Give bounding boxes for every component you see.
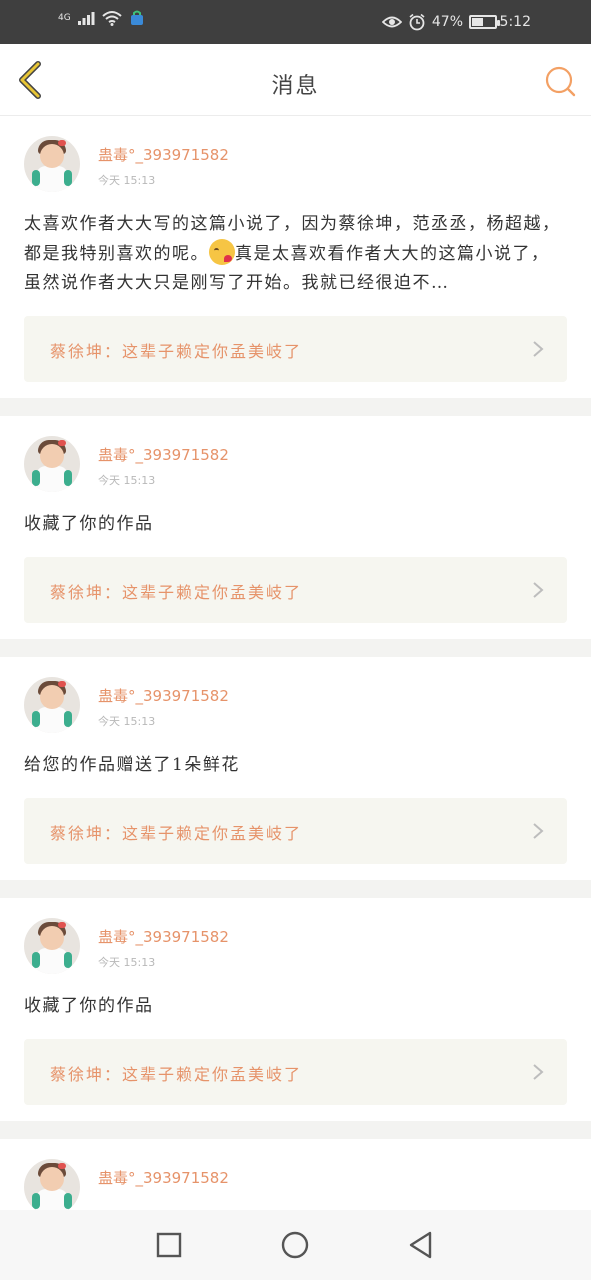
message-card: 蛊毒°_393971582 今天 15:13 太喜欢作者大大写的这篇小说了，因为… — [0, 116, 591, 398]
message-list[interactable]: 蛊毒°_393971582 今天 15:13 太喜欢作者大大写的这篇小说了，因为… — [0, 116, 591, 1210]
status-time: 5:12 — [499, 14, 531, 30]
eye-comfort-icon — [381, 16, 402, 28]
message-card: 蛊毒°_393971582 今天 15:13 收藏了你的作品 蔡徐坤：这辈子赖定… — [0, 416, 591, 639]
message-content: 给您的作品赠送了1朵鲜花 — [24, 755, 240, 775]
chevron-right-icon — [533, 341, 544, 357]
battery-percent: 47% — [431, 14, 463, 30]
alarm-icon — [409, 13, 425, 31]
message-content: 收藏了你的作品 — [24, 996, 154, 1016]
username[interactable]: 蛊毒°_393971582 — [98, 926, 229, 947]
avatar[interactable] — [24, 1159, 80, 1210]
work-reference[interactable]: 蔡徐坤：这辈子赖定你孟美岐了 — [24, 557, 567, 623]
status-bar: 4G 47% 5:12 — [0, 0, 591, 44]
home-icon[interactable] — [280, 1230, 310, 1260]
timestamp: 今天 15:13 — [98, 174, 156, 187]
username[interactable]: 蛊毒°_393971582 — [98, 685, 229, 706]
message-content: 收藏了你的作品 — [24, 514, 154, 534]
avatar[interactable] — [24, 677, 80, 733]
work-title: 蔡徐坤：这辈子赖定你孟美岐了 — [50, 342, 303, 361]
work-title: 蔡徐坤：这辈子赖定你孟美岐了 — [50, 824, 303, 843]
work-reference[interactable]: 蔡徐坤：这辈子赖定你孟美岐了 — [24, 798, 567, 864]
wifi-icon — [102, 11, 122, 26]
avatar[interactable] — [24, 918, 80, 974]
work-title: 蔡徐坤：这辈子赖定你孟美岐了 — [50, 583, 303, 602]
chevron-right-icon — [533, 823, 544, 839]
message-card: 蛊毒°_393971582 今天 15:13 给您的作品赠送了1朵鲜花 蔡徐坤：… — [0, 657, 591, 880]
avatar[interactable] — [24, 136, 80, 192]
username[interactable]: 蛊毒°_393971582 — [98, 444, 229, 465]
app-notification-icon — [130, 10, 143, 25]
network-type: 4G — [58, 12, 71, 23]
signal-icon — [77, 12, 95, 25]
username[interactable]: 蛊毒°_393971582 — [98, 144, 229, 165]
message-content: 太喜欢作者大大写的这篇小说了，因为蔡徐坤，范丞丞，杨超越，都是我特别喜欢的呢。真… — [24, 210, 567, 298]
top-app-bar: 消息 — [0, 44, 591, 116]
page-title: 消息 — [271, 74, 320, 99]
username[interactable]: 蛊毒°_393971582 — [98, 1167, 229, 1188]
search-icon[interactable] — [543, 64, 577, 98]
work-reference[interactable]: 蔡徐坤：这辈子赖定你孟美岐了 — [24, 1039, 567, 1105]
work-reference[interactable]: 蔡徐坤：这辈子赖定你孟美岐了 — [24, 316, 567, 382]
system-navigation-bar — [0, 1210, 591, 1280]
avatar[interactable] — [24, 436, 80, 492]
chevron-right-icon — [533, 582, 544, 598]
kiss-emoji-icon — [209, 239, 235, 265]
timestamp: 今天 15:13 — [98, 715, 156, 728]
timestamp: 今天 15:13 — [98, 956, 156, 969]
back-nav-icon[interactable] — [406, 1230, 436, 1260]
recent-apps-icon[interactable] — [154, 1230, 184, 1260]
message-card: 蛊毒°_393971582 — [0, 1139, 591, 1210]
message-card: 蛊毒°_393971582 今天 15:13 收藏了你的作品 蔡徐坤：这辈子赖定… — [0, 898, 591, 1121]
work-title: 蔡徐坤：这辈子赖定你孟美岐了 — [50, 1065, 303, 1084]
chevron-right-icon — [533, 1064, 544, 1080]
battery-icon — [469, 15, 500, 29]
timestamp: 今天 15:13 — [98, 474, 156, 487]
